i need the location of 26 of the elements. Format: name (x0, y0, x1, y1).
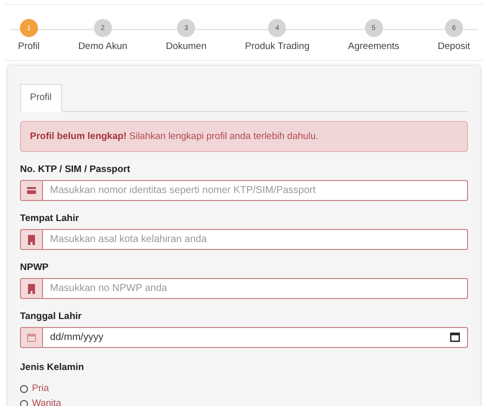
building-icon (28, 284, 35, 294)
field-label: No. KTP / SIM / Passport (20, 164, 132, 175)
step-label: Dokumen (166, 41, 207, 52)
step-label: Profil (18, 41, 40, 52)
field-label: NPWP (20, 262, 50, 273)
radio-button[interactable] (20, 400, 28, 406)
radio-label[interactable]: Pria (32, 383, 49, 394)
calendar-icon (27, 333, 36, 342)
field-label: Jenis Kelamin (20, 362, 85, 373)
input-field[interactable]: Masukkan nomor identitas seperti nomer KTP/SIM/Passport (43, 180, 468, 201)
card-icon (27, 187, 36, 194)
field-label: Tempat Lahir (20, 213, 80, 224)
building-icon (28, 234, 35, 244)
calendar-icon[interactable] (450, 332, 460, 342)
tab[interactable]: Profil (20, 84, 62, 112)
step-label: Produk Trading (245, 41, 310, 52)
input-field[interactable]: Masukkan asal kota kelahiran anda (43, 229, 468, 250)
alert-message: Profil belum lengkap! Silahkan lengkapi profil anda terlebih dahulu. (20, 121, 468, 152)
step-label: Demo Akun (78, 41, 128, 52)
step-label: Agreements (348, 41, 400, 52)
radio-label[interactable]: Wanita (32, 398, 62, 406)
date-field[interactable]: dd/mm/yyyy (43, 327, 468, 348)
input-field[interactable]: Masukkan no NPWP anda (43, 278, 468, 299)
radio-button[interactable] (20, 384, 28, 392)
step-label: Deposit (438, 41, 470, 52)
field-label: Tanggal Lahir (20, 311, 83, 322)
